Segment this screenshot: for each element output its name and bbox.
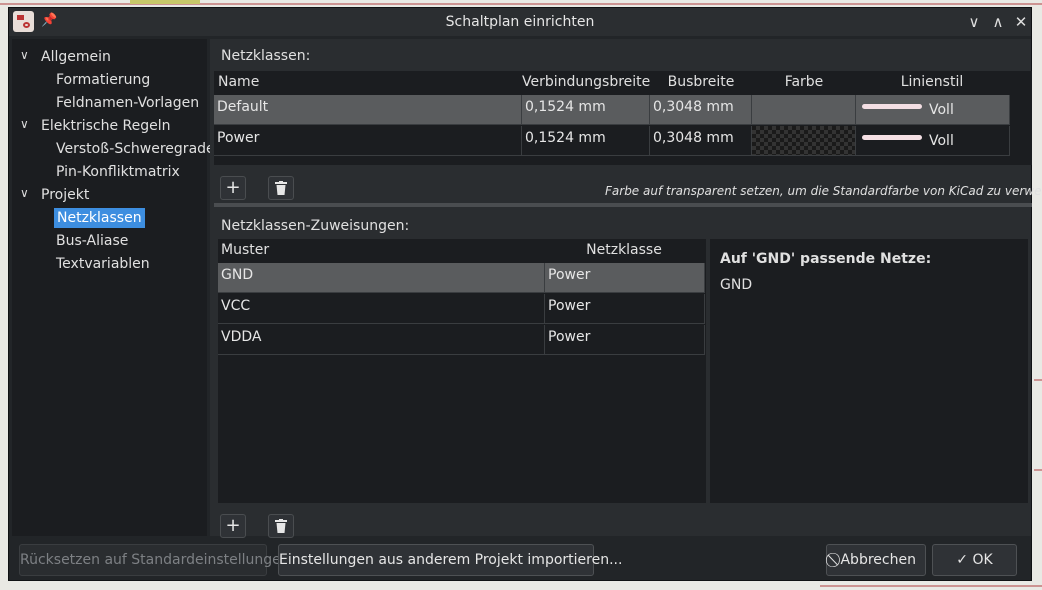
assignment-pattern[interactable]: GND bbox=[218, 263, 545, 293]
checkmark-icon: ✓ bbox=[956, 552, 969, 568]
netclass-wire-width[interactable]: 0,1524 mm bbox=[522, 95, 650, 125]
add-netclass-button[interactable]: + bbox=[220, 176, 246, 200]
line-style-preview bbox=[862, 104, 922, 109]
column-header-pattern[interactable]: Muster bbox=[221, 242, 269, 258]
line-style-label: Voll bbox=[929, 102, 954, 118]
matching-net-item: GND bbox=[720, 277, 753, 293]
netclasses-panel: Netzklassen: Name Verbindungsbreite Busb… bbox=[210, 39, 1042, 538]
chevron-down-icon[interactable]: ∨ bbox=[20, 117, 29, 131]
table-row[interactable]: VCC Power bbox=[218, 294, 706, 324]
assignments-grid: Muster Netzklasse GND Power VCC Power VD… bbox=[218, 239, 706, 503]
table-row[interactable]: Power 0,1524 mm 0,3048 mm Voll bbox=[214, 126, 1032, 156]
assignment-pattern[interactable]: VDDA bbox=[218, 325, 545, 355]
column-header-line-style[interactable]: Linienstil bbox=[856, 74, 1008, 90]
ok-label: OK bbox=[972, 552, 993, 568]
tree-group-projekt[interactable]: Projekt bbox=[41, 185, 89, 205]
tree-item-netzklassen[interactable]: Netzklassen bbox=[54, 208, 145, 228]
tree-group-allgemein[interactable]: Allgemein bbox=[41, 47, 111, 67]
netclass-bus-width[interactable]: 0,3048 mm bbox=[650, 126, 752, 156]
netclass-color-swatch[interactable] bbox=[752, 95, 856, 125]
tree-item-formatierung[interactable]: Formatierung bbox=[56, 70, 150, 90]
line-style-preview bbox=[862, 135, 922, 140]
trash-icon bbox=[275, 519, 287, 533]
netclasses-heading: Netzklassen: bbox=[221, 48, 311, 64]
assignment-netclass[interactable]: Power bbox=[545, 325, 705, 355]
import-settings-button[interactable]: Einstellungen aus anderem Projekt import… bbox=[278, 544, 622, 576]
netclass-bus-width[interactable]: 0,3048 mm bbox=[650, 95, 752, 125]
chevron-down-icon[interactable]: ∨ bbox=[20, 48, 29, 62]
table-row[interactable]: VDDA Power bbox=[218, 325, 706, 355]
maximize-button[interactable]: ∧ bbox=[988, 12, 1008, 32]
column-header-wire-width[interactable]: Verbindungsbreite bbox=[522, 74, 650, 90]
chevron-down-icon[interactable]: ∨ bbox=[20, 186, 29, 200]
table-row[interactable]: Default 0,1524 mm 0,3048 mm Voll bbox=[214, 95, 1032, 125]
tree-item-bus-aliase[interactable]: Bus-Aliase bbox=[56, 231, 128, 251]
matching-nets-title: Auf 'GND' passende Netze: bbox=[720, 251, 932, 267]
reset-defaults-button[interactable]: Rücksetzen auf Standardeinstellungen bbox=[19, 544, 290, 576]
delete-assignment-button[interactable] bbox=[268, 514, 294, 538]
cancel-button[interactable]: ⃠ Abbrechen bbox=[826, 544, 926, 576]
column-header-netclass[interactable]: Netzklasse bbox=[545, 242, 703, 258]
matching-nets-panel: Auf 'GND' passende Netze: GND bbox=[710, 239, 1028, 503]
assignments-heading: Netzklassen-Zuweisungen: bbox=[221, 218, 410, 234]
netclass-color-swatch[interactable] bbox=[752, 126, 856, 156]
splitter[interactable] bbox=[214, 203, 1032, 207]
tree-item-verstoss-schweregrade[interactable]: Verstoß-Schweregrade bbox=[56, 139, 215, 159]
close-button[interactable]: ✕ bbox=[1011, 12, 1031, 32]
window-title: Schaltplan einrichten bbox=[445, 14, 595, 30]
tree-item-textvariablen[interactable]: Textvariablen bbox=[56, 254, 150, 274]
netclasses-grid: Name Verbindungsbreite Busbreite Farbe L… bbox=[214, 71, 1032, 165]
cancel-label: Abbrechen bbox=[840, 552, 916, 568]
assignment-pattern[interactable]: VCC bbox=[218, 294, 545, 324]
netclass-name[interactable]: Default bbox=[214, 95, 522, 125]
column-header-name[interactable]: Name bbox=[218, 74, 259, 90]
assignment-netclass[interactable]: Power bbox=[545, 294, 705, 324]
title-bar: 📌 Schaltplan einrichten ∨ ∧ ✕ bbox=[9, 8, 1031, 36]
netclass-wire-width[interactable]: 0,1524 mm bbox=[522, 126, 650, 156]
tree-group-elektrische-regeln[interactable]: Elektrische Regeln bbox=[41, 116, 171, 136]
add-assignment-button[interactable]: + bbox=[220, 514, 246, 538]
table-row[interactable]: GND Power bbox=[218, 263, 706, 293]
column-header-color[interactable]: Farbe bbox=[752, 74, 856, 90]
minimize-button[interactable]: ∨ bbox=[964, 12, 984, 32]
ok-button[interactable]: ✓ OK bbox=[932, 544, 1017, 576]
tree-item-feldnamen-vorlagen[interactable]: Feldnamen-Vorlagen bbox=[56, 93, 199, 113]
line-style-label: Voll bbox=[929, 133, 954, 149]
color-hint: Farbe auf transparent setzen, um die Sta… bbox=[605, 184, 1042, 198]
column-header-bus-width[interactable]: Busbreite bbox=[650, 74, 752, 90]
netclass-name[interactable]: Power bbox=[214, 126, 522, 156]
tree-item-pin-konfliktmatrix[interactable]: Pin-Konfliktmatrix bbox=[56, 162, 180, 182]
trash-icon bbox=[275, 181, 287, 195]
assignment-netclass[interactable]: Power bbox=[545, 263, 705, 293]
settings-tree: ∨ Allgemein Formatierung Feldnamen-Vorla… bbox=[12, 39, 215, 536]
netclass-line-style[interactable]: Voll bbox=[856, 95, 1010, 125]
delete-netclass-button[interactable] bbox=[268, 176, 294, 200]
setup-dialog: 📌 Schaltplan einrichten ∨ ∧ ✕ ∨ Allgemei… bbox=[8, 7, 1042, 581]
netclass-line-style[interactable]: Voll bbox=[856, 126, 1010, 156]
